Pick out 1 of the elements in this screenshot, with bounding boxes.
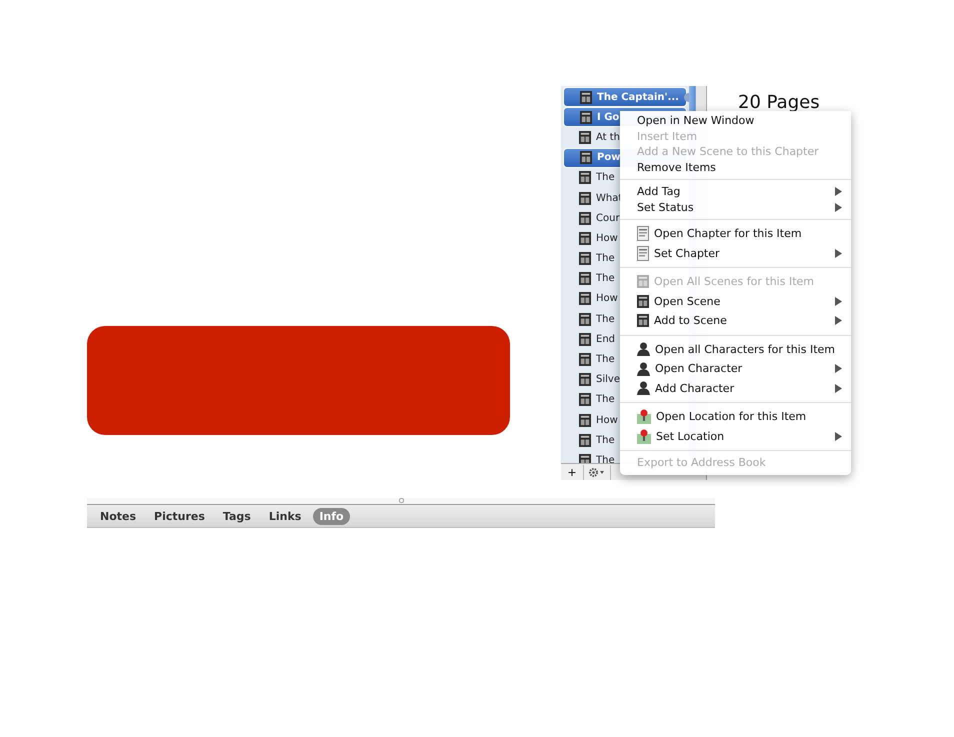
page-count: 20 Pages	[738, 92, 820, 113]
